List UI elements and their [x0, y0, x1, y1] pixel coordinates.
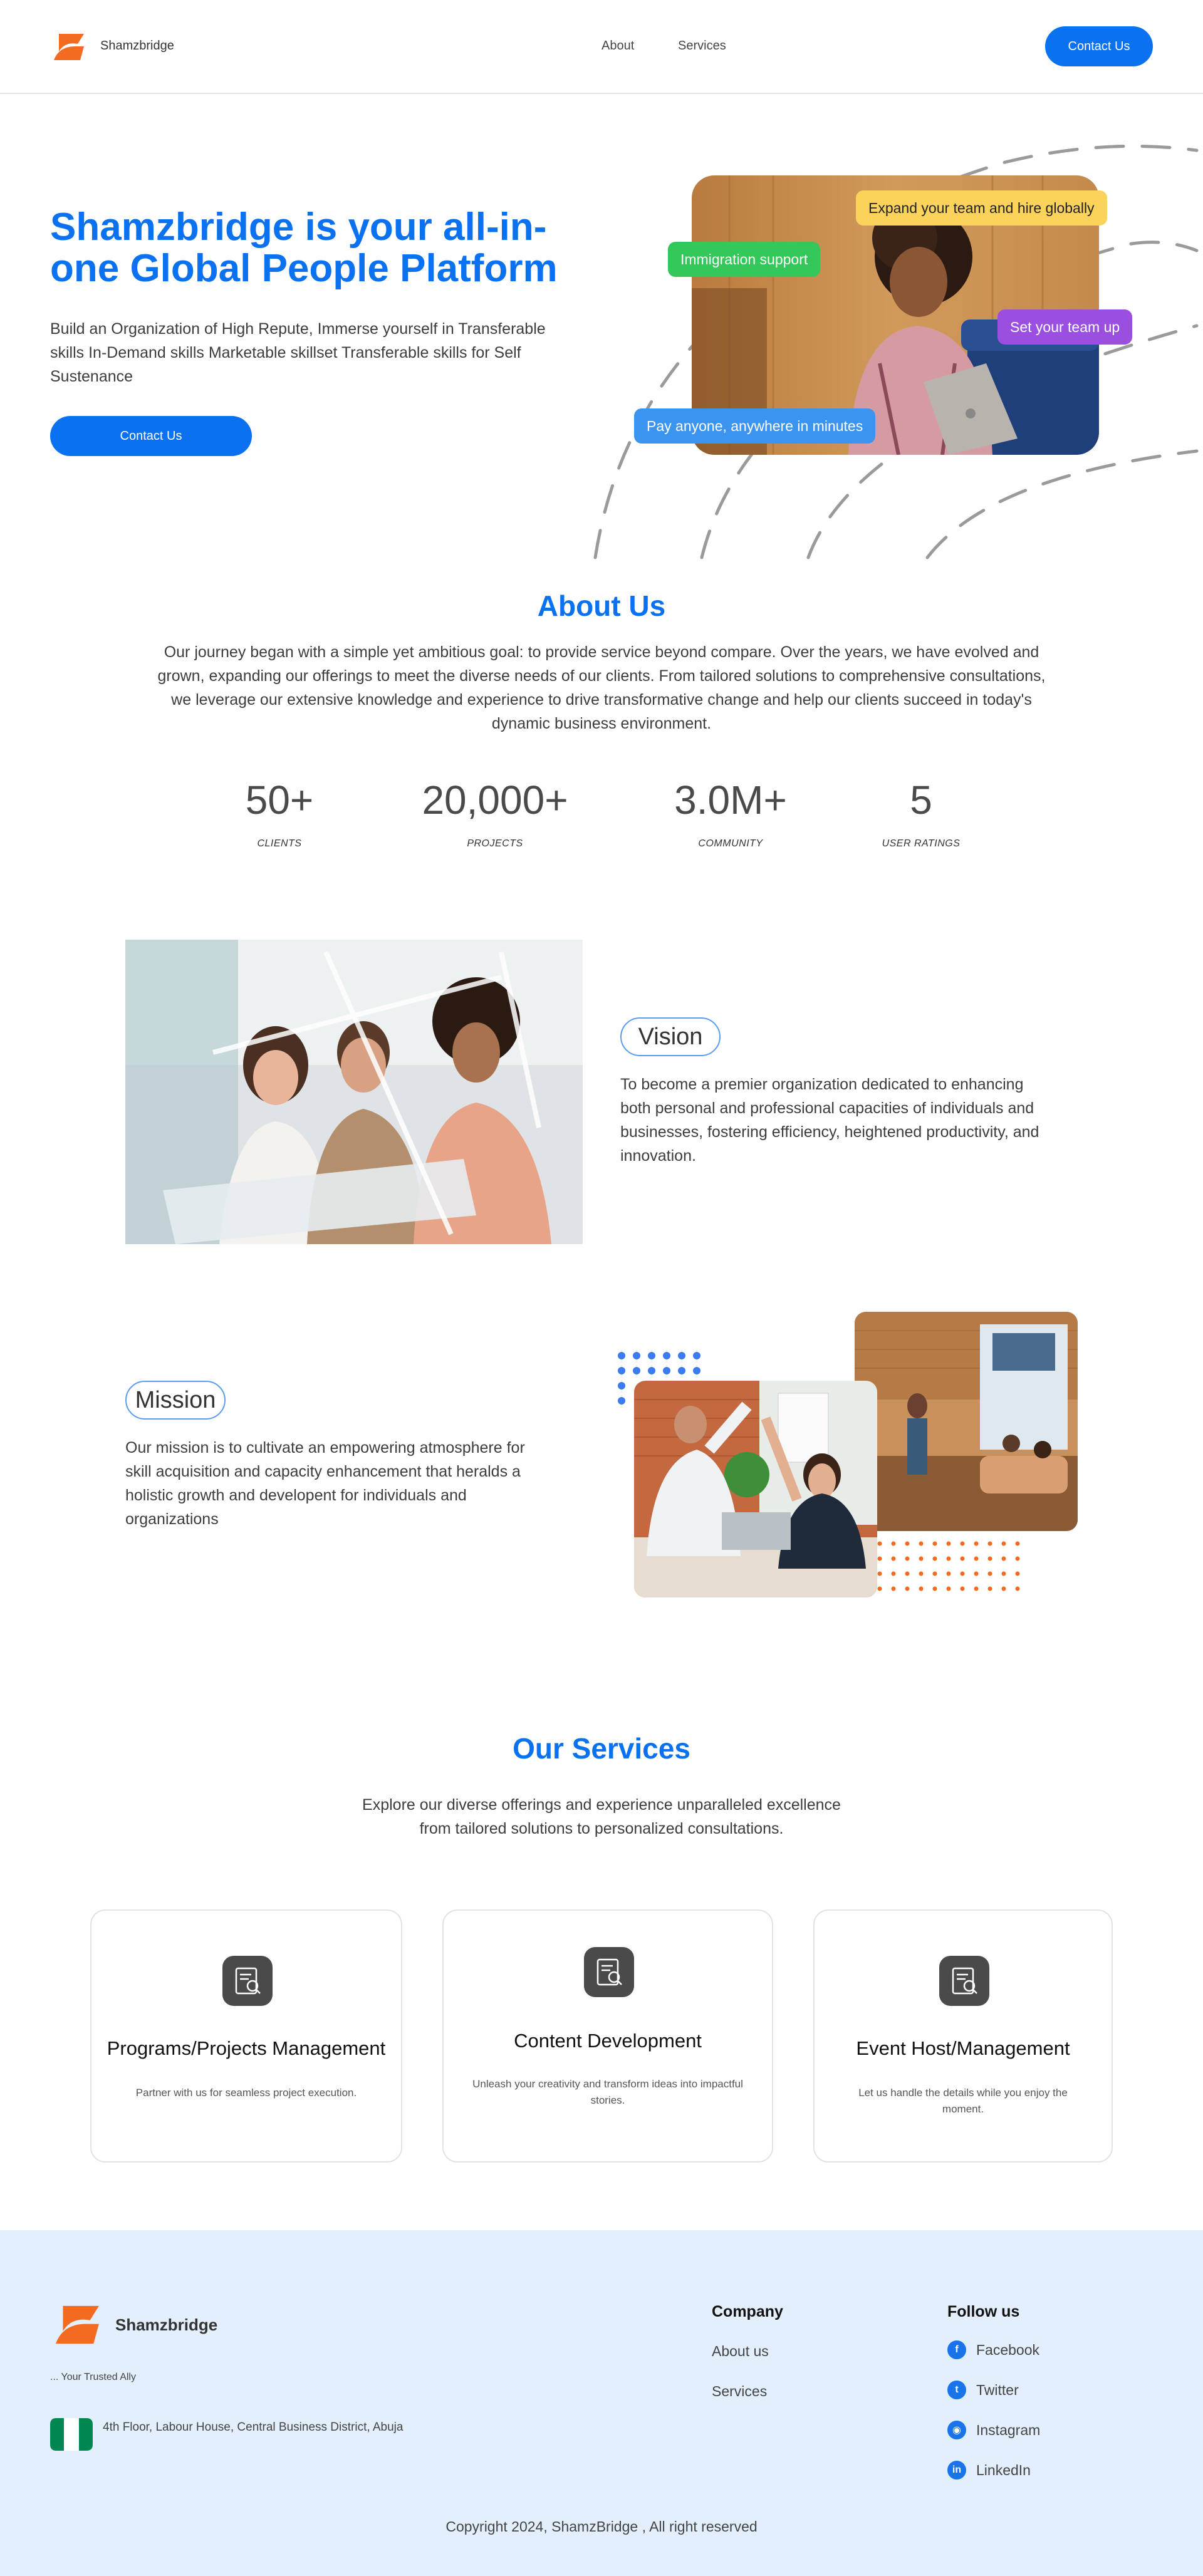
stat-community: 3.0M+ COMMUNITY: [655, 777, 806, 849]
mission-label: Mission: [125, 1381, 226, 1420]
mission-text: Our mission is to cultivate an empowerin…: [125, 1439, 525, 1528]
footer-company-heading: Company: [712, 2303, 783, 2320]
linkedin-icon: in: [947, 2461, 966, 2480]
hero-contact-button[interactable]: Contact Us: [50, 416, 252, 456]
stat-projects: 20,000+ PROJECTS: [401, 777, 589, 849]
stat-label: USER RATINGS: [882, 838, 961, 849]
brand-logo-icon[interactable]: [50, 33, 86, 61]
footer-address: 4th Floor, Labour House, Central Busines…: [103, 2421, 404, 2434]
bubble-team-setup: Set your team up: [997, 309, 1133, 345]
social-link-facebook[interactable]: f Facebook: [947, 2340, 1039, 2359]
decorative-orange-dots: [877, 1541, 1020, 1591]
vision-photo-team-meeting: [125, 940, 583, 1244]
stat-label: PROJECTS: [467, 838, 523, 849]
vision-label: Vision: [620, 1017, 721, 1056]
stat-label: CLIENTS: [257, 838, 302, 849]
vision-text: To become a premier organization dedicat…: [620, 1076, 1039, 1165]
social-label: Instagram: [976, 2421, 1041, 2438]
social-label: LinkedIn: [976, 2461, 1031, 2478]
bubble-pay-anyone: Pay anyone, anywhere in minutes: [634, 408, 876, 444]
facebook-icon: f: [947, 2340, 966, 2359]
nav-link-about[interactable]: About: [602, 39, 634, 53]
service-card-events[interactable]: Event Host/Management Let us handle the …: [813, 1909, 1113, 2163]
social-link-linkedin[interactable]: in LinkedIn: [947, 2461, 1031, 2480]
footer-tagline: ... Your Trusted Ally: [50, 2372, 136, 2382]
document-search-icon: [584, 1947, 634, 1997]
footer-follow-heading: Follow us: [947, 2303, 1020, 2320]
service-card-title: Event Host/Management: [856, 2037, 1070, 2059]
service-card-content[interactable]: Content Development Unleash your creativ…: [442, 1909, 773, 2163]
stat-label: COMMUNITY: [698, 838, 763, 849]
instagram-icon: ◉: [947, 2421, 966, 2439]
mission-photo-high-five: [634, 1381, 877, 1597]
footer-copyright: Copyright 2024, ShamzBridge , All right …: [445, 2518, 758, 2535]
twitter-icon: t: [947, 2381, 966, 2399]
footer: Shamzbridge ... Your Trusted Ally 4th Fl…: [0, 2230, 1203, 2576]
service-card-desc: Partner with us for seamless project exe…: [135, 2087, 357, 2099]
top-navbar: Shamzbridge About Services Contact Us: [0, 0, 1203, 94]
stat-user-ratings: 5 USER RATINGS: [858, 777, 984, 849]
nigeria-flag-icon: [50, 2418, 93, 2451]
footer-logo-icon[interactable]: [50, 2304, 103, 2345]
stat-value: 3.0M+: [674, 777, 787, 823]
stat-value: 50+: [245, 777, 314, 823]
stat-clients: 50+ CLIENTS: [217, 777, 342, 849]
document-search-icon: [222, 1956, 273, 2006]
services-intro: Explore our diverse offerings and experi…: [362, 1796, 841, 1837]
service-card-desc: Unleash your creativity and transform id…: [472, 2078, 743, 2106]
footer-brand: Shamzbridge: [115, 2315, 218, 2334]
bubble-expand-team: Expand your team and hire globally: [856, 190, 1107, 226]
about-text: Our journey began with a simple yet ambi…: [157, 643, 1046, 732]
footer-link-about[interactable]: About us: [712, 2343, 769, 2360]
social-label: Facebook: [976, 2341, 1040, 2358]
service-card-desc: Let us handle the details while you enjo…: [858, 2087, 1068, 2115]
services-title: Our Services: [513, 1732, 690, 1765]
mission-photo-office-lounge: [855, 1312, 1078, 1531]
service-card-title: Content Development: [514, 2030, 702, 2052]
social-label: Twitter: [976, 2381, 1019, 2398]
service-card-programs[interactable]: Programs/Projects Management Partner wit…: [90, 1909, 402, 2163]
nav-link-services[interactable]: Services: [678, 39, 726, 53]
document-search-icon: [939, 1956, 989, 2006]
about-title: About Us: [537, 589, 666, 622]
hero-title: Shamzbridge is your all-in-one Global Pe…: [50, 205, 558, 290]
social-link-twitter[interactable]: t Twitter: [947, 2381, 1019, 2399]
brand-name[interactable]: Shamzbridge: [100, 39, 174, 53]
stat-value: 5: [910, 777, 932, 823]
social-link-instagram[interactable]: ◉ Instagram: [947, 2421, 1040, 2439]
bubble-immigration: Immigration support: [668, 242, 821, 277]
stat-value: 20,000+: [422, 777, 568, 823]
footer-link-services[interactable]: Services: [712, 2383, 767, 2400]
hero-subtitle: Build an Organization of High Repute, Im…: [50, 320, 546, 385]
service-card-title: Programs/Projects Management: [107, 2037, 386, 2059]
nav-contact-button[interactable]: Contact Us: [1045, 26, 1153, 66]
